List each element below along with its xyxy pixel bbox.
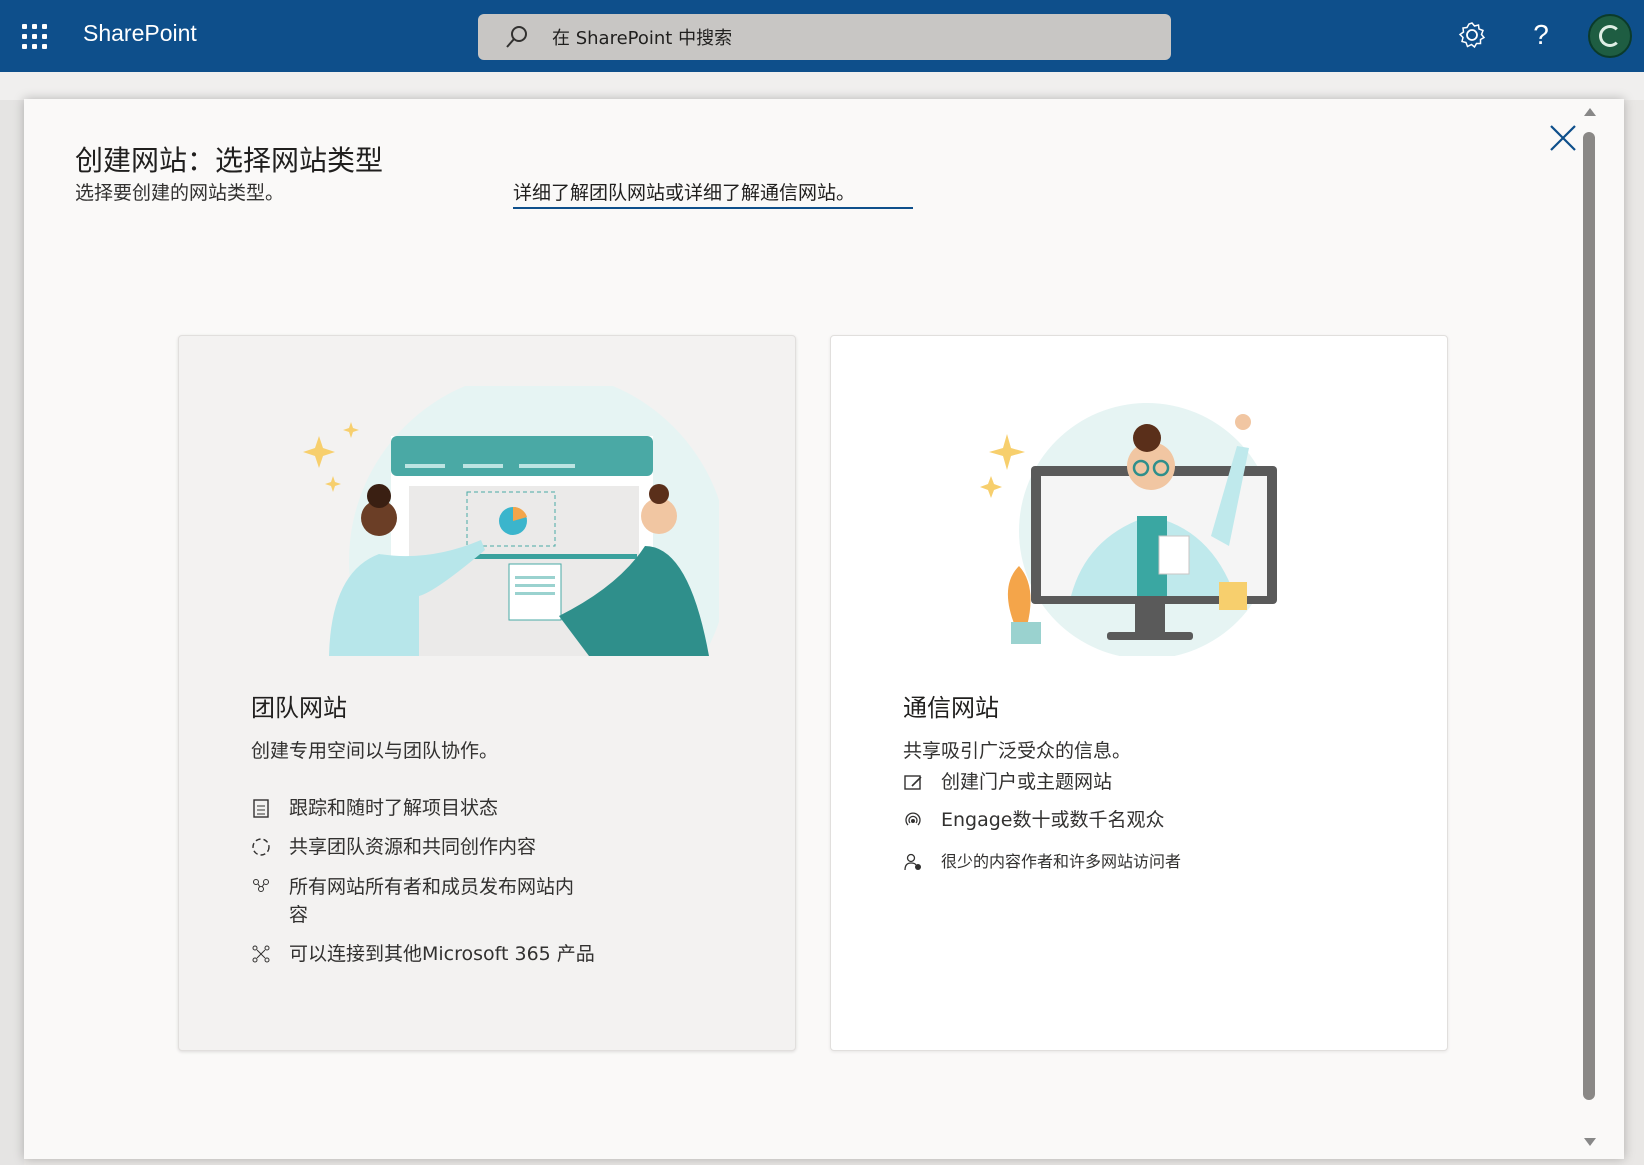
connect-nodes-icon: [252, 945, 270, 963]
team-feature-item: 跟踪和随时了解项目状态: [251, 794, 671, 822]
comm-feature-text: 创建门户或主题网站: [941, 771, 1113, 793]
comm-feature-item: Engage数十或数千名观众: [903, 806, 1323, 834]
team-feature-item: 可以连接到其他Microsoft 365 产品: [251, 940, 671, 968]
app-launcher-icon[interactable]: [22, 24, 48, 50]
edit-page-icon: [904, 775, 922, 790]
search-input[interactable]: [550, 23, 1114, 53]
team-feature-text: 所有网站所有者和成员发布网站内容: [289, 876, 575, 926]
team-feature-text: 跟踪和随时了解项目状态: [289, 797, 499, 819]
comm-feature-item: 很少的内容作者和许多网站访问者: [903, 848, 1323, 876]
create-site-dialog: 创建网站：选择网站类型 选择要创建的网站类型。 详细了解团队网站或详细了解通信网…: [24, 99, 1624, 1159]
close-icon[interactable]: [1548, 123, 1578, 153]
team-feature-item: 所有网站所有者和成员发布网站内容: [251, 873, 671, 929]
suite-bar: SharePoint ?: [0, 0, 1644, 72]
team-feature-text: 可以连接到其他Microsoft 365 产品: [289, 943, 595, 965]
checklist-icon: [253, 799, 269, 818]
comm-feature-text: Engage数十或数千名观众: [941, 809, 1165, 831]
scrollbar-thumb[interactable]: [1583, 132, 1595, 1100]
scroll-down-arrow-icon[interactable]: [1584, 1138, 1596, 1146]
user-avatar[interactable]: [1588, 14, 1632, 58]
communication-site-illustration: [980, 403, 1277, 656]
background-page-left: [0, 100, 24, 1165]
dialog-subtitle: 选择要创建的网站类型。: [75, 182, 285, 204]
app-brand[interactable]: SharePoint: [83, 20, 197, 47]
dialog-title: 创建网站：选择网站类型: [75, 144, 384, 177]
team-site-card[interactable]: 团队网站 创建专用空间以与团队协作。 跟踪和随时了解项目状态 共享团队资源和共同…: [178, 335, 796, 1051]
broadcast-icon: [905, 812, 921, 826]
help-icon[interactable]: ?: [1524, 18, 1558, 52]
refresh-circle-icon: [252, 838, 270, 856]
comm-feature-text: 很少的内容作者和许多网站访问者: [941, 852, 1182, 871]
comm-feature-item: 创建门户或主题网站: [903, 768, 1323, 796]
communication-site-description: 共享吸引广泛受众的信息。: [903, 740, 1132, 762]
people-group-icon: [253, 879, 269, 892]
scroll-up-arrow-icon[interactable]: [1584, 108, 1596, 116]
team-feature-text: 共享团队资源和共同创作内容: [289, 836, 537, 858]
search-box[interactable]: [478, 14, 1171, 60]
search-icon: [506, 26, 527, 48]
team-site-illustration: [259, 386, 719, 656]
communication-site-title: 通信网站: [903, 694, 999, 722]
team-feature-item: 共享团队资源和共同创作内容: [251, 833, 671, 861]
background-page-right: [1628, 100, 1644, 1165]
person-presenter-icon: [904, 853, 921, 871]
background-page: [0, 72, 1644, 100]
communication-site-card[interactable]: 通信网站 共享吸引广泛受众的信息。 创建门户或主题网站 Engage数十或数千名…: [830, 335, 1448, 1051]
team-site-description: 创建专用空间以与团队协作。: [251, 740, 499, 762]
learn-more-link[interactable]: 详细了解团队网站或详细了解通信网站。: [513, 178, 913, 209]
team-site-title: 团队网站: [251, 694, 347, 722]
settings-gear-icon[interactable]: [1455, 18, 1489, 52]
